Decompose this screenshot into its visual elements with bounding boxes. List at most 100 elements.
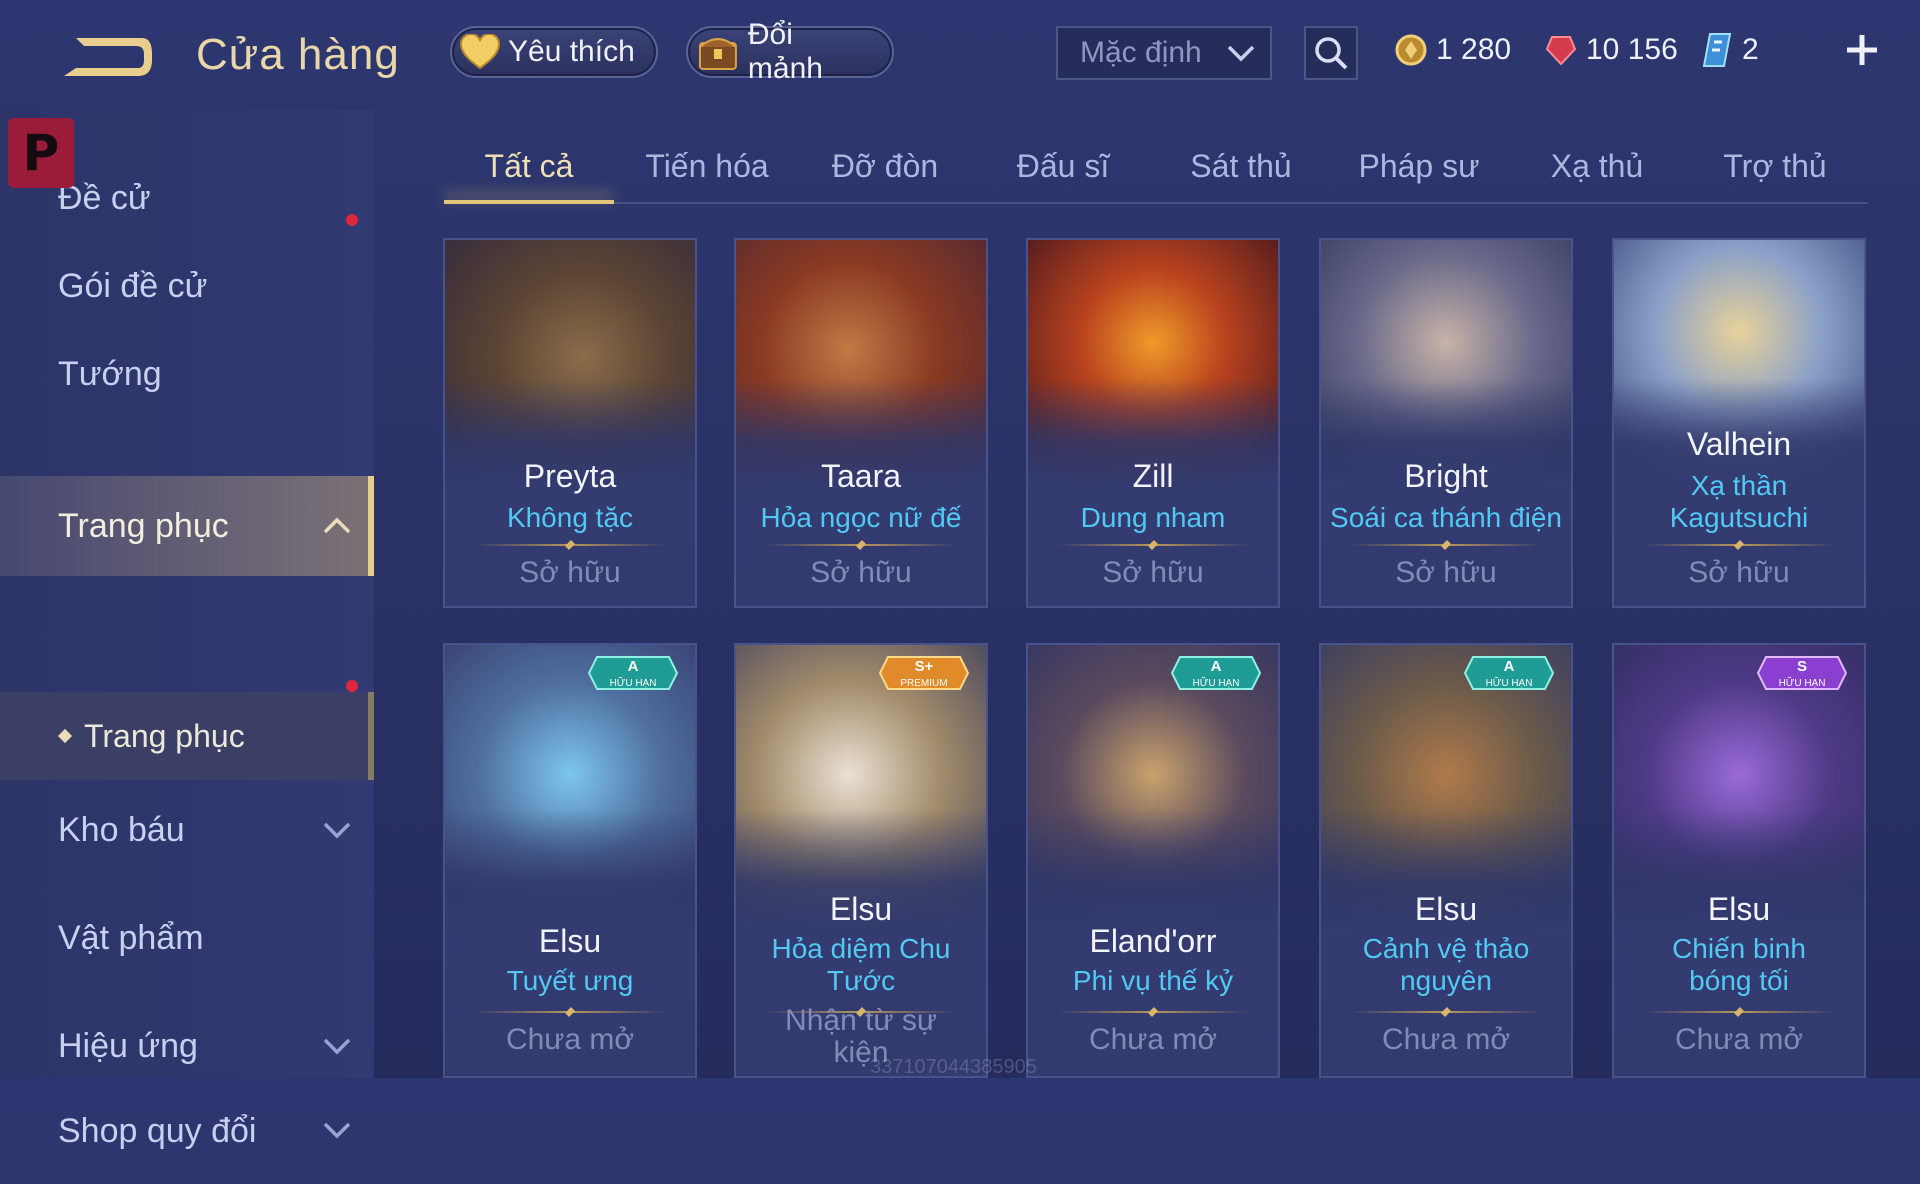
sidebar: Đề cử Gói đề cử Tướng Trang phục Trang p… (0, 110, 374, 1150)
token-balance: 2 (1700, 28, 1759, 72)
chevron-down-icon (323, 822, 351, 839)
hero-name: Elsu (1707, 891, 1771, 927)
skin-card[interactable]: Zill Dung nham Sở hữu (1026, 238, 1280, 608)
tier-subtitle: PREMIUM (900, 678, 947, 689)
add-currency-button[interactable] (1840, 24, 1884, 76)
favorites-button[interactable]: Yêu thích (450, 26, 658, 78)
skin-card[interactable]: Taara Hỏa ngọc nữ đế Sở hữu (734, 238, 988, 608)
tier-a-badge-icon: A HỮU HẠN (1463, 656, 1555, 690)
tab-evolution[interactable]: Tiến hóa (622, 140, 792, 200)
sort-dropdown[interactable]: Mặc định (1056, 26, 1272, 80)
tab-all[interactable]: Tất cả (444, 140, 614, 204)
fragment-exchange-button[interactable]: Đổi mảnh (686, 18, 894, 85)
chevron-down-icon (323, 1122, 351, 1139)
card-divider (1644, 544, 1834, 546)
tier-letter: A (1211, 658, 1222, 675)
search-button[interactable] (1304, 26, 1358, 80)
sort-value: Mặc định (1080, 36, 1202, 69)
hero-name: Elsu (829, 891, 893, 927)
tier-subtitle: HỮU HẠN (1779, 676, 1826, 689)
hero-name: Preyta (523, 458, 617, 494)
ownership-status: Sở hữu (519, 556, 621, 589)
tier-a-badge-icon: A HỮU HẠN (587, 656, 679, 690)
tier-s-badge-icon: S HỮU HẠN (1756, 656, 1848, 690)
sidebar-item-items[interactable]: Vật phẩm (0, 888, 374, 988)
tab-assassin[interactable]: Sát thủ (1156, 140, 1326, 200)
ownership-status: Chưa mở (1674, 1023, 1804, 1056)
skin-name: Không tặc (506, 502, 634, 533)
sidebar-item-label: Shop quy đổi (58, 1112, 257, 1150)
sidebar-subitem-label: Trang phục (84, 717, 245, 754)
brand-badge-letter: P (22, 124, 60, 182)
fragment-exchange-label: Đổi mảnh (747, 18, 823, 85)
card-divider (1351, 544, 1541, 546)
skin-name: Phi vụ thế kỷ (1072, 965, 1234, 996)
search-icon (1315, 37, 1348, 70)
hero-name: Elsu (1414, 891, 1478, 927)
ownership-status: Sở hữu (1102, 556, 1204, 589)
sidebar-item-featured-packs[interactable]: Gói đề cử (0, 236, 374, 336)
hero-name: Valhein (1686, 426, 1792, 462)
ruby-amount: 10 156 (1586, 33, 1678, 66)
skin-card[interactable]: A HỮU HẠN Elsu Tuyết ưng Chưa mở (443, 643, 697, 1078)
gold-coin-icon (1395, 34, 1427, 66)
ownership-status: Sở hữu (1688, 556, 1790, 589)
tab-fighter[interactable]: Đấu sĩ (978, 140, 1148, 200)
sidebar-item-label: Vật phẩm (58, 918, 204, 957)
card-divider (475, 1011, 665, 1013)
sidebar-subitem-skins[interactable]: Trang phục (0, 692, 374, 780)
skin-card[interactable]: Valhein Xạ thần Kagutsuchi Sở hữu (1612, 238, 1866, 608)
hero-name: Elsu (538, 923, 602, 959)
notification-dot (346, 680, 358, 692)
voucher-icon (1702, 33, 1732, 67)
sidebar-item-heroes[interactable]: Tướng (0, 324, 374, 424)
plus-icon (1847, 35, 1877, 65)
token-amount: 2 (1742, 33, 1759, 66)
skin-name: Chiến binh bóng tối (1672, 933, 1806, 996)
sidebar-item-skins[interactable]: Trang phục (0, 476, 374, 576)
skin-card[interactable]: Bright Soái ca thánh điện Sở hữu (1319, 238, 1573, 608)
chevron-down-icon (323, 1038, 351, 1055)
category-tabs: Tất cả Tiến hóa Đỡ đòn Đấu sĩ Sát thủ Ph… (444, 140, 1868, 204)
tier-letter: S+ (915, 658, 934, 675)
tab-tank[interactable]: Đỡ đòn (800, 140, 970, 200)
diamond-bullet-icon (57, 728, 73, 744)
skin-name: Hỏa ngọc nữ đế (760, 502, 962, 533)
favorites-label: Yêu thích (508, 35, 635, 68)
skin-card[interactable]: A HỮU HẠN Elsu Cảnh vệ thảo nguyên Chưa … (1319, 643, 1573, 1078)
tier-s-plus-badge-icon: S+ PREMIUM (878, 656, 970, 690)
tier-subtitle: HỮU HẠN (610, 676, 657, 689)
top-bar: Cửa hàng Yêu thích Đổi mảnh Mặc định 1 2… (0, 0, 1920, 110)
tier-letter: S (1797, 658, 1807, 675)
sidebar-item-label: Kho báu (58, 810, 185, 849)
tab-mage[interactable]: Pháp sư (1334, 140, 1504, 200)
skin-card[interactable]: S+ PREMIUM Elsu Hỏa diệm Chu Tước Nhận t… (734, 643, 988, 1078)
hero-name: Bright (1404, 458, 1488, 494)
tab-marksman[interactable]: Xạ thủ (1512, 140, 1682, 200)
brand-badge: P (8, 118, 74, 188)
hero-name: Eland'orr (1089, 923, 1217, 959)
ownership-status: Sở hữu (1395, 556, 1497, 589)
skin-card[interactable]: Preyta Không tặc Sở hữu (443, 238, 697, 608)
card-divider (1351, 1011, 1541, 1013)
card-divider (1058, 544, 1248, 546)
ownership-status: Chưa mở (505, 1023, 635, 1056)
tier-a-badge-icon: A HỮU HẠN (1170, 656, 1262, 690)
tab-support[interactable]: Trợ thủ (1690, 140, 1860, 200)
page-title: Cửa hàng (196, 30, 400, 79)
sidebar-item-treasure[interactable]: Kho báu (0, 780, 374, 880)
sidebar-item-effects[interactable]: Hiệu ứng (0, 996, 374, 1096)
notification-dot (346, 214, 358, 226)
back-button[interactable] (58, 28, 158, 86)
watermark-text: 337107044385905 (870, 1056, 1037, 1078)
skin-name: Xạ thần Kagutsuchi (1669, 470, 1809, 533)
ownership-status: Chưa mở (1088, 1023, 1218, 1056)
sidebar-item-exchange-shop[interactable]: Shop quy đổi (0, 1104, 374, 1184)
skin-name: Hỏa diệm Chu Tước (771, 933, 951, 996)
back-arrow-icon (64, 38, 152, 76)
sidebar-item-label: Hiệu ứng (58, 1026, 198, 1065)
chevron-up-icon (323, 517, 351, 534)
skin-card[interactable]: A HỮU HẠN Eland'orr Phi vụ thế kỷ Chưa m… (1026, 643, 1280, 1078)
skin-card[interactable]: S HỮU HẠN Elsu Chiến binh bóng tối Chưa … (1612, 643, 1866, 1078)
ownership-status: Chưa mở (1381, 1023, 1511, 1056)
